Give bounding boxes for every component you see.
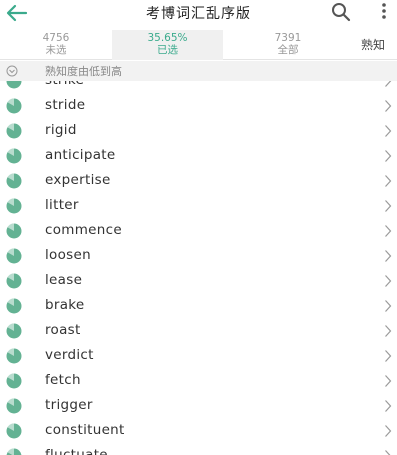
chevron-right-icon[interactable] bbox=[384, 224, 392, 238]
word-text: loosen bbox=[45, 247, 91, 263]
list-item[interactable]: commence bbox=[0, 219, 397, 244]
chevron-right-icon[interactable] bbox=[384, 124, 392, 138]
filter-tabs: 4756 未选 35.65% 已选 7391 全部 熟知 bbox=[0, 30, 397, 60]
chevron-right-icon[interactable] bbox=[384, 424, 392, 438]
word-text: fluctuate bbox=[45, 447, 108, 455]
list-item[interactable]: litter bbox=[0, 194, 397, 219]
chevron-right-icon[interactable] bbox=[384, 324, 392, 338]
list-item[interactable]: brake bbox=[0, 294, 397, 319]
chevron-right-icon[interactable] bbox=[384, 274, 392, 288]
list-item[interactable]: fetch bbox=[0, 369, 397, 394]
word-text: trigger bbox=[45, 397, 93, 413]
chevron-right-icon[interactable] bbox=[384, 199, 392, 213]
chevron-right-icon[interactable] bbox=[384, 174, 392, 188]
tab-unselected-label: 未选 bbox=[45, 44, 67, 56]
familiarity-pie-icon bbox=[6, 198, 22, 214]
familiarity-pie-icon bbox=[6, 173, 22, 189]
tab-all-count: 7391 bbox=[274, 32, 302, 44]
familiarity-pie-icon bbox=[6, 448, 22, 455]
word-text: anticipate bbox=[45, 147, 116, 163]
familiarity-pie-icon bbox=[6, 223, 22, 239]
familiarity-pie-icon bbox=[6, 273, 22, 289]
tab-unselected-count: 4756 bbox=[42, 32, 70, 44]
word-text: litter bbox=[45, 197, 79, 213]
tab-unselected[interactable]: 4756 未选 bbox=[0, 30, 112, 60]
chevron-right-icon[interactable] bbox=[384, 149, 392, 163]
word-text: brake bbox=[45, 297, 85, 313]
word-text: rigid bbox=[45, 122, 77, 138]
tab-known[interactable]: 熟知 bbox=[353, 30, 397, 60]
sort-label: 熟知度由低到高 bbox=[45, 65, 122, 78]
word-text: strike bbox=[45, 81, 84, 88]
sort-chevron-icon bbox=[6, 65, 18, 77]
chevron-right-icon[interactable] bbox=[384, 374, 392, 388]
app-header: 考博词汇乱序版 bbox=[0, 0, 397, 30]
sort-bar[interactable]: 熟知度由低到高 bbox=[0, 61, 397, 81]
chevron-right-icon[interactable] bbox=[384, 449, 392, 455]
list-item[interactable]: roast bbox=[0, 319, 397, 344]
familiarity-pie-icon bbox=[6, 148, 22, 164]
list-item[interactable]: fluctuate bbox=[0, 444, 397, 455]
familiarity-pie-icon bbox=[6, 298, 22, 314]
more-vert-icon[interactable] bbox=[377, 1, 391, 23]
chevron-right-icon[interactable] bbox=[384, 299, 392, 313]
chevron-right-icon[interactable] bbox=[384, 399, 392, 413]
list-item[interactable]: constituent bbox=[0, 419, 397, 444]
familiarity-pie-icon bbox=[6, 98, 22, 114]
chevron-right-icon[interactable] bbox=[384, 249, 392, 263]
familiarity-pie-icon bbox=[6, 373, 22, 389]
familiarity-pie-icon bbox=[6, 323, 22, 339]
familiarity-pie-icon bbox=[6, 81, 22, 89]
list-item[interactable]: loosen bbox=[0, 244, 397, 269]
list-item[interactable]: stride bbox=[0, 94, 397, 119]
list-item[interactable]: rigid bbox=[0, 119, 397, 144]
word-text: constituent bbox=[45, 422, 125, 438]
list-item[interactable]: strike bbox=[0, 81, 397, 94]
tab-all-label: 全部 bbox=[277, 44, 299, 56]
word-text: expertise bbox=[45, 172, 111, 188]
familiarity-pie-icon bbox=[6, 248, 22, 264]
word-text: verdict bbox=[45, 347, 94, 363]
list-item[interactable]: expertise bbox=[0, 169, 397, 194]
word-list: strike stride rigid anticipate expertise litt… bbox=[0, 81, 397, 455]
familiarity-pie-icon bbox=[6, 423, 22, 439]
list-item[interactable]: trigger bbox=[0, 394, 397, 419]
tab-selected-label: 已选 bbox=[157, 44, 178, 56]
word-text: lease bbox=[45, 272, 83, 288]
list-item[interactable]: verdict bbox=[0, 344, 397, 369]
tab-selected-count: 35.65% bbox=[147, 32, 188, 44]
word-text: roast bbox=[45, 322, 81, 338]
familiarity-pie-icon bbox=[6, 123, 22, 139]
tab-all[interactable]: 7391 全部 bbox=[223, 30, 353, 60]
tab-selected[interactable]: 35.65% 已选 bbox=[112, 30, 223, 60]
chevron-right-icon[interactable] bbox=[384, 99, 392, 113]
familiarity-pie-icon bbox=[6, 398, 22, 414]
list-item[interactable]: anticipate bbox=[0, 144, 397, 169]
chevron-right-icon[interactable] bbox=[384, 81, 392, 88]
search-icon[interactable] bbox=[330, 1, 352, 23]
word-text: stride bbox=[45, 97, 86, 113]
familiarity-pie-icon bbox=[6, 348, 22, 364]
word-text: commence bbox=[45, 222, 122, 238]
chevron-right-icon[interactable] bbox=[384, 349, 392, 363]
list-item[interactable]: lease bbox=[0, 269, 397, 294]
word-text: fetch bbox=[45, 372, 81, 388]
